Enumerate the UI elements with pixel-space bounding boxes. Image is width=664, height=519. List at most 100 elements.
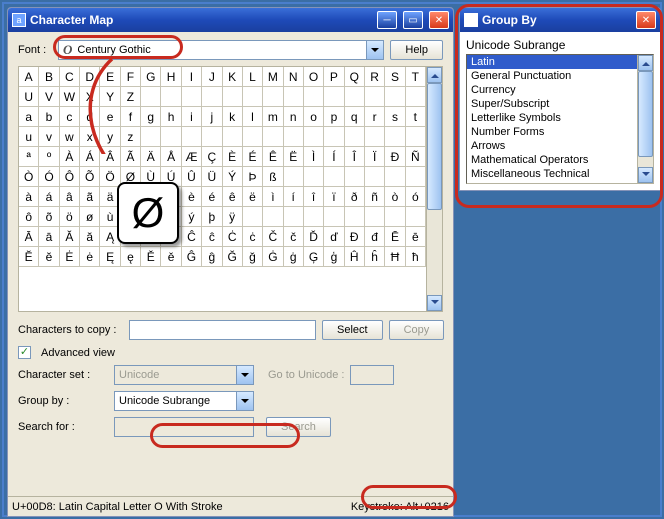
grid-cell[interactable]: ğ [243, 247, 263, 267]
grid-cell[interactable]: m [263, 107, 283, 127]
grid-cell[interactable]: P [324, 67, 344, 87]
grid-cell[interactable]: ď [324, 227, 344, 247]
grid-cell[interactable]: ý [182, 207, 202, 227]
grid-cell[interactable] [365, 87, 385, 107]
chevron-down-icon[interactable] [236, 392, 253, 410]
search-input[interactable] [114, 417, 254, 437]
grid-cell[interactable] [161, 127, 181, 147]
grid-cell[interactable]: Ĉ [182, 227, 202, 247]
grid-cell[interactable]: S [385, 67, 405, 87]
grid-cell[interactable]: z [121, 127, 141, 147]
grid-cell[interactable]: U [19, 87, 39, 107]
grid-cell[interactable] [141, 127, 161, 147]
grid-cell[interactable] [345, 87, 365, 107]
grid-cell[interactable]: f [121, 107, 141, 127]
grid-cell[interactable]: Ã [121, 147, 141, 167]
grid-cell[interactable] [324, 87, 344, 107]
grid-cell[interactable]: V [39, 87, 59, 107]
grid-cell[interactable]: r [365, 107, 385, 127]
grid-cell[interactable]: i [182, 107, 202, 127]
grid-cell[interactable]: í [284, 187, 304, 207]
grid-cell[interactable]: Ö [100, 167, 120, 187]
grid-cell[interactable]: à [19, 187, 39, 207]
grid-cell[interactable]: ê [223, 187, 243, 207]
grid-cell[interactable]: â [60, 187, 80, 207]
grid-cell[interactable]: ã [80, 187, 100, 207]
grid-cell[interactable]: À [60, 147, 80, 167]
grid-cell[interactable] [345, 167, 365, 187]
grid-cell[interactable]: L [243, 67, 263, 87]
grid-cell[interactable]: ă [80, 227, 100, 247]
grid-cell[interactable]: A [19, 67, 39, 87]
grid-cell[interactable]: E [100, 67, 120, 87]
grid-cell[interactable]: Ė [60, 247, 80, 267]
groupby-item[interactable]: Letterlike Symbols [467, 111, 637, 125]
grid-cell[interactable]: č [284, 227, 304, 247]
grid-cell[interactable]: Æ [182, 147, 202, 167]
close-button[interactable]: ✕ [636, 11, 656, 29]
grid-cell[interactable]: ē [406, 227, 426, 247]
grid-cell[interactable]: ġ [284, 247, 304, 267]
grid-cell[interactable] [385, 167, 405, 187]
grid-cell[interactable]: j [202, 107, 222, 127]
grid-cell[interactable]: ě [161, 247, 181, 267]
grid-cell[interactable]: Ħ [385, 247, 405, 267]
scroll-up-button[interactable] [427, 67, 442, 83]
grid-cell[interactable]: p [324, 107, 344, 127]
grid-cell[interactable] [406, 207, 426, 227]
grid-cell[interactable]: x [80, 127, 100, 147]
grid-cell[interactable]: Ę [100, 247, 120, 267]
grid-cell[interactable]: ĝ [202, 247, 222, 267]
grid-cell[interactable]: Ĝ [182, 247, 202, 267]
scroll-down-button[interactable] [427, 295, 442, 311]
grid-cell[interactable]: Ě [141, 247, 161, 267]
grid-cell[interactable] [304, 87, 324, 107]
grid-cell[interactable] [385, 207, 405, 227]
grid-cell[interactable] [345, 207, 365, 227]
copy-button[interactable]: Copy [389, 320, 445, 340]
grid-cell[interactable]: X [80, 87, 100, 107]
groupby-item[interactable]: General Punctuation [467, 69, 637, 83]
grid-cell[interactable]: u [19, 127, 39, 147]
grid-scrollbar[interactable] [426, 67, 442, 311]
grid-cell[interactable]: Ģ [304, 247, 324, 267]
grid-cell[interactable]: Í [324, 147, 344, 167]
grid-cell[interactable]: Þ [243, 167, 263, 187]
grid-cell[interactable]: e [100, 107, 120, 127]
grid-cell[interactable]: ę [121, 247, 141, 267]
grid-cell[interactable]: Ï [365, 147, 385, 167]
grid-cell[interactable]: Ë [284, 147, 304, 167]
grid-cell[interactable]: Â [100, 147, 120, 167]
grid-cell[interactable] [385, 87, 405, 107]
grid-cell[interactable]: n [284, 107, 304, 127]
grid-cell[interactable]: I [182, 67, 202, 87]
font-select[interactable]: O Century Gothic [58, 40, 384, 60]
grid-cell[interactable]: þ [202, 207, 222, 227]
grid-cell[interactable] [223, 127, 243, 147]
grid-cell[interactable]: Ç [202, 147, 222, 167]
grid-cell[interactable] [243, 127, 263, 147]
grid-cell[interactable]: Ê [263, 147, 283, 167]
grid-cell[interactable]: Č [263, 227, 283, 247]
grid-cell[interactable]: è [182, 187, 202, 207]
grid-cell[interactable]: î [304, 187, 324, 207]
groupby-item[interactable]: Arrows [467, 139, 637, 153]
grid-cell[interactable] [284, 207, 304, 227]
grid-cell[interactable]: J [202, 67, 222, 87]
grid-cell[interactable]: ĉ [202, 227, 222, 247]
grid-cell[interactable]: Ð [385, 147, 405, 167]
grid-cell[interactable]: h [161, 107, 181, 127]
grid-cell[interactable]: y [100, 127, 120, 147]
grid-cell[interactable]: ĕ [39, 247, 59, 267]
grid-cell[interactable]: ċ [243, 227, 263, 247]
grid-cell[interactable]: đ [365, 227, 385, 247]
grid-cell[interactable]: Y [100, 87, 120, 107]
grid-cell[interactable]: Q [345, 67, 365, 87]
groupby-item[interactable]: Number Forms [467, 125, 637, 139]
grid-cell[interactable] [182, 127, 202, 147]
grid-cell[interactable]: d [80, 107, 100, 127]
grid-cell[interactable]: W [60, 87, 80, 107]
grid-cell[interactable]: w [60, 127, 80, 147]
grid-cell[interactable]: È [223, 147, 243, 167]
grid-cell[interactable] [263, 127, 283, 147]
